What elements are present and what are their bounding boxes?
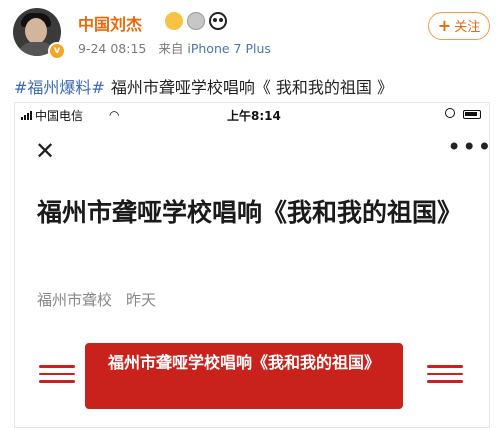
- orientation-lock-icon: [445, 108, 455, 118]
- right-stripes: [427, 365, 463, 388]
- plus-icon: +: [437, 16, 452, 35]
- close-icon[interactable]: ✕: [35, 137, 55, 165]
- verified-badge-icon: v: [48, 42, 66, 60]
- post-date: 9-24 08:15: [78, 41, 147, 56]
- panda-badge-icon: [209, 12, 227, 30]
- carrier-name: 中国电信: [35, 109, 84, 123]
- post-header: v 中国刘杰 9-24 08:15 来自 iPhone 7 Plus + 关注: [0, 0, 500, 68]
- wifi-icon: ◠: [109, 108, 120, 122]
- left-stripes: [39, 365, 75, 388]
- post-source: iPhone 7 Plus: [187, 41, 271, 56]
- status-bar: 中国电信 ◠ 上午8:14: [15, 103, 489, 127]
- article-title: 福州市聋哑学校唱响《我和我的祖国》: [37, 198, 463, 227]
- follow-label: 关注: [454, 20, 481, 35]
- post-body: 福州市聋哑学校唱响《 我和我的祖国 》: [110, 78, 394, 97]
- article-meta: 福州市聋校 昨天: [37, 289, 156, 310]
- signal-icon: [21, 111, 32, 120]
- user-badges: [165, 10, 227, 32]
- article-author[interactable]: 福州市聋校: [37, 291, 112, 309]
- hashtag-link[interactable]: #福州爆料#: [14, 78, 105, 97]
- more-icon[interactable]: •••: [447, 133, 489, 161]
- post-text: #福州爆料# 福州市聋哑学校唱响《 我和我的祖国 》: [14, 74, 393, 98]
- article-date: 昨天: [126, 291, 157, 309]
- battery-icon: [463, 110, 481, 119]
- article-nav: ✕ •••: [15, 131, 489, 171]
- post-meta: 9-24 08:15 来自 iPhone 7 Plus: [78, 38, 271, 57]
- source-prefix: 来自: [158, 41, 184, 56]
- username[interactable]: 中国刘杰: [78, 11, 142, 35]
- banner-text: 福州市聋哑学校唱响《我和我的祖国》: [107, 353, 380, 372]
- status-time: 上午8:14: [227, 109, 281, 123]
- medal-badge-icon: [187, 12, 205, 30]
- embedded-screenshot[interactable]: 中国电信 ◠ 上午8:14 ✕ ••• 福州市聋哑学校唱响《我和我的祖国》 福州…: [14, 102, 490, 428]
- crown-badge-icon: [165, 12, 183, 30]
- follow-button[interactable]: + 关注: [428, 12, 490, 40]
